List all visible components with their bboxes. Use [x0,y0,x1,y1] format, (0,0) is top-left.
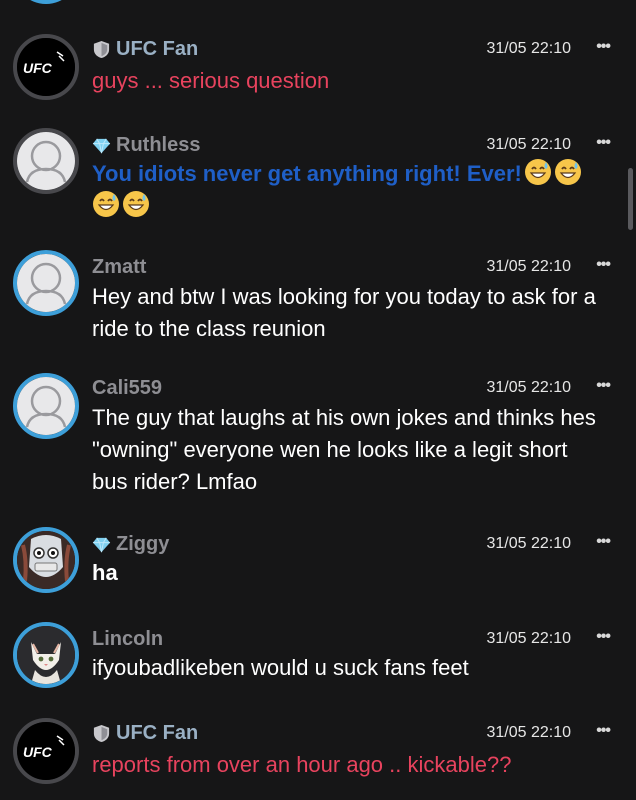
more-options-icon[interactable]: ••• [596,378,611,394]
diamond-icon [92,138,111,153]
default-avatar[interactable] [13,373,79,439]
timestamp: 31/05 22:10 [486,379,571,396]
person-icon [17,132,75,190]
message-text: reports from over an hour ago .. kickabl… [92,752,512,777]
grinning-sweat-emoji [524,159,551,185]
grinning-sweat-emoji [93,191,119,217]
shield-icon [93,40,110,58]
message-header: Ziggy 31/05 22:10 ••• [92,532,636,558]
message-header: UFC Fan 31/05 22:10 ••• [92,721,636,747]
username[interactable]: Cali559 [92,376,162,400]
message-header: Lincoln 31/05 22:10 ••• [92,627,636,653]
more-options-icon[interactable]: ••• [596,629,611,645]
more-options-icon[interactable]: ••• [596,534,611,550]
more-options-icon[interactable]: ••• [596,723,611,739]
message-text: The guy that laughs at his own jokes and… [92,405,596,494]
grinning-sweat-emoji [123,191,149,217]
username[interactable]: UFC Fan [92,721,198,745]
message-text: Hey and btw I was looking for you today … [92,284,596,341]
timestamp: 31/05 22:10 [486,258,571,275]
ufc-logo-avatar[interactable]: UFC [13,718,79,784]
message-text-content: You idiots never get anything right! Eve… [92,161,522,186]
username-text: Zmatt [92,256,147,278]
message-header: Cali559 31/05 22:10 ••• [92,376,636,402]
more-options-icon[interactable]: ••• [596,257,611,273]
message-text: You idiots never get anything right! Eve… [92,158,622,222]
cat-avatar[interactable] [13,622,79,688]
timestamp: 31/05 22:10 [486,136,571,153]
username[interactable]: Ruthless [92,133,200,157]
message-header: UFC Fan 31/05 22:10 ••• [92,37,636,63]
message-text: ha [92,560,118,585]
masked-face-icon [17,531,75,589]
username-text: Lincoln [92,628,164,650]
grinning-sweat-emoji [554,159,581,185]
ufc-logo-avatar[interactable]: UFC [13,34,79,100]
message-header: Zmatt 31/05 22:10 ••• [92,255,636,281]
username[interactable]: Ziggy [92,532,169,556]
person-icon [17,377,75,435]
timestamp: 31/05 22:10 [486,40,571,57]
username-text: Ziggy [116,533,170,555]
mask-avatar[interactable] [13,527,79,593]
default-avatar[interactable] [13,128,79,194]
ufc-logo-icon: UFC [17,722,75,780]
username[interactable]: Zmatt [92,255,146,279]
ufc-logo-text: UFC [23,60,53,76]
message-text: ifyoubadlikeben would u suck fans feet [92,655,469,680]
scrollbar-thumb[interactable] [628,168,633,230]
timestamp: 31/05 22:10 [486,535,571,552]
username[interactable]: UFC Fan [92,37,198,61]
more-options-icon[interactable]: ••• [596,135,611,151]
username[interactable]: Lincoln [92,627,163,651]
default-avatar[interactable] [13,250,79,316]
previous-message-avatar[interactable] [13,0,79,4]
username-text: UFC Fan [116,722,199,744]
ufc-logo-text: UFC [23,744,53,760]
message-text: guys ... serious question [92,68,330,93]
username-text: Cali559 [92,377,163,399]
ufc-logo-icon: UFC [17,38,75,96]
timestamp: 31/05 22:10 [486,724,571,741]
diamond-icon [92,537,111,552]
more-options-icon[interactable]: ••• [596,39,611,55]
username-text: UFC Fan [116,38,199,60]
timestamp: 31/05 22:10 [486,630,571,647]
person-icon [17,254,75,312]
shield-icon [93,724,110,742]
username-text: Ruthless [116,134,201,156]
cat-photo-icon [17,626,75,684]
message-header: Ruthless 31/05 22:10 ••• [92,133,636,159]
